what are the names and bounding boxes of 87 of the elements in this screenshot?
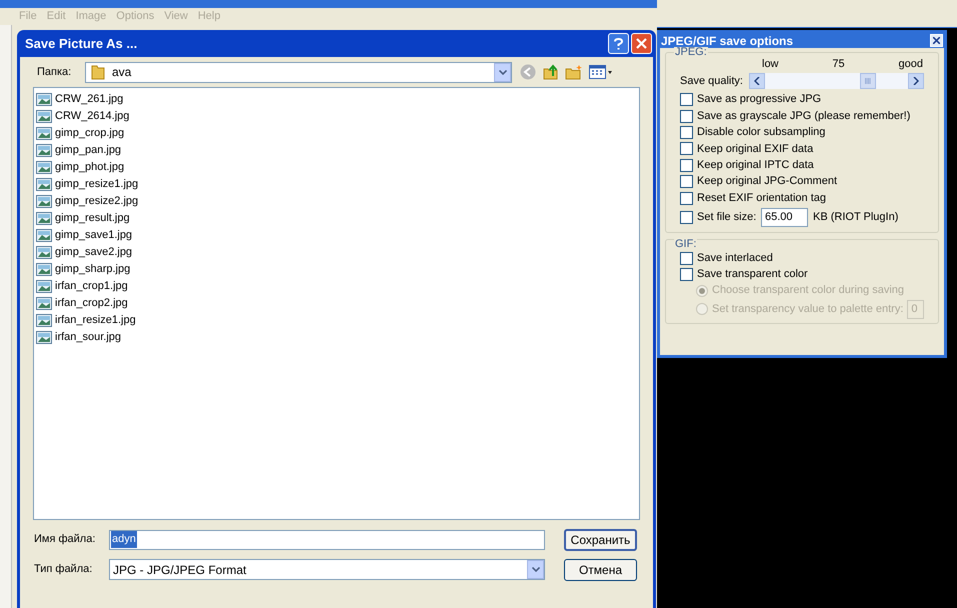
checkbox-label: Save transparent color	[697, 266, 808, 282]
filetype-label: Тип файла:	[34, 562, 94, 578]
file-name[interactable]: CRW_261.jpg	[55, 91, 124, 108]
unit-label: KB (RIOT PlugIn)	[813, 210, 898, 225]
image-file-icon	[36, 212, 52, 225]
low-label: low	[762, 59, 779, 70]
group-label: GIF:	[674, 239, 698, 250]
file-name[interactable]: gimp_resize1.jpg	[55, 176, 138, 193]
save-button[interactable]: Сохранить	[564, 529, 637, 551]
image-file-icon	[36, 195, 52, 208]
close-icon	[933, 37, 940, 44]
scroll-left-button[interactable]	[748, 73, 765, 90]
good-label: good	[898, 59, 923, 70]
window-title: JPEG/GIF save options	[661, 34, 794, 46]
radio-label: Set transparency value to palette entry:	[712, 302, 904, 317]
file-name[interactable]: gimp_phot.jpg	[55, 159, 124, 176]
new-folder-icon[interactable]	[565, 64, 583, 80]
file-name[interactable]: CRW_2614.jpg	[55, 108, 130, 125]
file-name[interactable]: gimp_crop.jpg	[55, 125, 124, 142]
file-name[interactable]: gimp_save1.jpg	[55, 227, 132, 244]
image-file-icon	[36, 246, 52, 259]
scroll-right-button[interactable]	[908, 73, 924, 90]
checkbox[interactable]	[680, 110, 693, 123]
image-file-icon	[36, 229, 52, 242]
checkbox-label: Save interlaced	[697, 250, 773, 266]
checkbox[interactable]	[680, 158, 693, 172]
up-folder-icon[interactable]	[542, 64, 559, 80]
image-file-icon	[36, 93, 52, 106]
filetype-dropdown[interactable]: JPG - JPG/JPEG Format	[109, 559, 545, 580]
file-name[interactable]: irfan_crop2.jpg	[55, 295, 128, 312]
image-file-icon	[36, 331, 52, 344]
image-file-icon	[36, 144, 52, 157]
checkbox-label: Reset EXIF orientation tag	[697, 190, 826, 206]
image-file-icon	[36, 263, 52, 276]
caret-icon	[498, 70, 506, 74]
checkbox-label: Disable color subsampling	[697, 125, 826, 140]
image-file-icon	[36, 161, 52, 174]
checkbox[interactable]	[680, 268, 693, 281]
filename-field[interactable]: adyn	[109, 530, 545, 550]
image-file-icon	[36, 314, 52, 327]
checkbox[interactable]	[680, 192, 693, 205]
checkbox-label: Save as grayscale JPG (please remember!)	[697, 108, 910, 124]
checkbox[interactable]	[680, 142, 693, 156]
folder-dropdown[interactable]: ava	[85, 62, 512, 82]
checkbox[interactable]	[680, 126, 693, 139]
checkbox-label: Keep original JPG-Comment	[697, 174, 838, 190]
cancel-button[interactable]: Отмена	[564, 559, 637, 581]
checkbox[interactable]	[680, 175, 693, 188]
image-file-icon	[36, 178, 52, 191]
checkbox-label: Keep original EXIF data	[697, 142, 814, 157]
quality-scrollbar[interactable]	[748, 73, 924, 90]
quality-reading: 75	[832, 59, 845, 70]
image-file-icon	[36, 127, 52, 140]
folder-name: ava	[112, 64, 132, 81]
checkbox[interactable]	[680, 210, 693, 224]
view-menu-icon[interactable]	[589, 65, 613, 79]
close-icon	[636, 38, 647, 49]
radio-label: Choose transparent color during saving	[712, 283, 904, 298]
image-file-icon	[36, 110, 52, 123]
checkbox-label: Keep original IPTC data	[697, 158, 814, 174]
image-file-icon	[36, 297, 52, 310]
file-name[interactable]: irfan_sour.jpg	[55, 329, 122, 346]
checkbox-label: Save as progressive JPG	[697, 92, 822, 108]
question-mark-icon	[614, 38, 623, 50]
file-name[interactable]: gimp_sharp.jpg	[55, 261, 130, 278]
image-file-icon	[36, 280, 52, 293]
file-name[interactable]: gimp_save2.jpg	[55, 244, 132, 261]
dialog-title: Save Picture As ...	[25, 34, 138, 53]
file-name[interactable]: irfan_crop1.jpg	[55, 278, 128, 295]
scroll-thumb[interactable]	[860, 73, 876, 90]
caret-icon	[532, 567, 540, 572]
checkbox[interactable]	[680, 93, 693, 106]
checkbox[interactable]	[680, 252, 693, 265]
file-size-field[interactable]: 65.00	[761, 208, 808, 227]
quality-label: Save quality:	[680, 74, 743, 89]
file-name[interactable]: gimp_result.jpg	[55, 210, 130, 227]
folder-icon	[90, 64, 106, 80]
dropdown-button[interactable]	[494, 62, 511, 82]
file-name[interactable]: gimp_pan.jpg	[55, 142, 122, 159]
folder-label: Папка:	[37, 64, 72, 80]
file-name[interactable]: gimp_resize2.jpg	[55, 193, 138, 210]
filename-label: Имя файла:	[34, 532, 96, 548]
close-button[interactable]	[930, 34, 943, 47]
checkbox-label: Set file size:	[697, 210, 757, 225]
help-button[interactable]	[608, 33, 629, 54]
group-label: JPEG:	[674, 47, 708, 58]
file-name[interactable]: irfan_resize1.jpg	[55, 312, 136, 329]
